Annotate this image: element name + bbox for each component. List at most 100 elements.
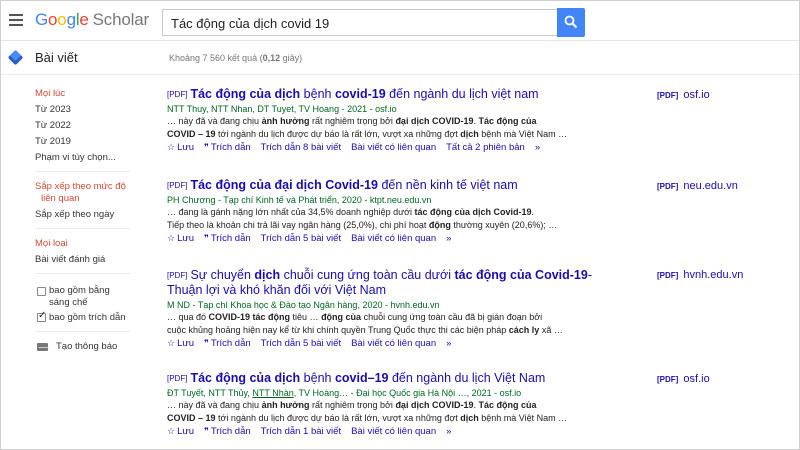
cite-link[interactable]: ❞ Trích dẫn xyxy=(204,338,251,349)
result-links: ☆ Lưu ❞ Trích dẫn Trích dẫn 5 bài viết Bài vi… xyxy=(167,337,647,351)
cited-by-link[interactable]: Trích dẫn 8 bài viết xyxy=(261,142,341,153)
result-links: ☆ Lưu ❞ Trích dẫn Trích dẫn 1 bài viết Bài vi… xyxy=(167,425,647,439)
search-input[interactable]: Tác động của dịch covid 19 xyxy=(162,9,557,36)
text-fragment: chuỗi cung ứng toàn cầu đã bị gián đoạn … xyxy=(361,312,543,322)
result-snippet: … này đã và đang chịu ảnh hưởng rất nghi… xyxy=(167,115,647,128)
related-articles-link[interactable]: Bài viết có liên quan xyxy=(351,426,436,437)
related-articles-link[interactable]: Bài viết có liên quan xyxy=(351,338,436,349)
filter-any-time[interactable]: Mọi lúc xyxy=(35,88,65,100)
author-link[interactable]: NTT Nhàn xyxy=(252,388,293,398)
cited-by-link[interactable]: Trích dẫn 5 bài viết xyxy=(261,233,341,244)
highlighted-text: Tác động của xyxy=(478,116,537,126)
result-snippet: cuộc khủng hoảng hiện nay kể từ khi chín… xyxy=(167,324,647,337)
envelope-icon xyxy=(37,343,48,351)
highlighted-text: ảnh hưởng xyxy=(261,116,310,126)
sort-by-date[interactable]: Sắp xếp theo ngày xyxy=(35,209,114,221)
highlighted-text: covid-19 xyxy=(334,87,386,101)
text-fragment: . xyxy=(531,207,535,217)
highlighted-text: động xyxy=(428,219,451,230)
highlighted-text: động của xyxy=(321,312,362,322)
double-chevron-icon[interactable]: » xyxy=(446,233,451,244)
highlighted-text: dịch xyxy=(460,128,479,139)
side-pdf-link[interactable]: [PDF] osf.io xyxy=(657,89,710,101)
sidebar-divider xyxy=(35,228,130,229)
text-fragment: thường xuyên (20,6%); … xyxy=(450,219,558,230)
highlighted-text: cách ly xyxy=(508,324,540,335)
highlighted-text: COVID – 19 xyxy=(167,412,216,423)
hamburger-icon[interactable] xyxy=(9,14,23,26)
side-pdf-link[interactable]: [PDF] osf.io xyxy=(657,373,710,385)
sidebar-divider xyxy=(35,171,130,172)
highlighted-text: COVID-19 tác động xyxy=(208,312,291,322)
result-item-4: [PDF] Tác động của dịch bệnh covid–19 đến… xyxy=(167,371,647,439)
result-snippet: COVID – 19 tới ngành du lịch được dự báo… xyxy=(167,128,647,141)
result-snippet: … qua đó COVID-19 tác động tiêu … động c… xyxy=(167,311,647,324)
save-link[interactable]: ☆ Lưu xyxy=(167,338,194,349)
sidebar-divider xyxy=(35,273,130,274)
all-versions-link[interactable]: Tất cả 2 phiên bản xyxy=(446,142,525,153)
result-authors: ĐT Tuyết, NTT Thủy, NTT Nhàn, TV Hoàng… … xyxy=(167,388,522,398)
save-link[interactable]: ☆ Lưu xyxy=(167,142,194,153)
filter-custom-range[interactable]: Phạm vi tùy chọn... xyxy=(35,152,116,164)
cite-link[interactable]: ❞ Trích dẫn xyxy=(204,142,251,153)
result-item-1: [PDF] Tác động của dịch bệnh covid-19 đến… xyxy=(167,87,647,155)
save-link[interactable]: ☆ Lưu xyxy=(167,426,194,437)
result-item-2: [PDF] Tác động của đại dịch Covid-19 đến … xyxy=(167,178,647,246)
filter-since-2023[interactable]: Từ 2023 xyxy=(35,104,71,116)
type-any[interactable]: Mọi loại xyxy=(35,238,68,250)
quote-icon: ❞ xyxy=(204,339,209,349)
filter-since-2022[interactable]: Từ 2022 xyxy=(35,120,71,132)
double-chevron-icon[interactable]: » xyxy=(446,338,451,349)
highlighted-text: Tác động của dịch xyxy=(190,371,301,385)
text-fragment: đến nền kinh tế việt nam xyxy=(377,178,518,192)
cited-by-link[interactable]: Trích dẫn 5 bài viết xyxy=(261,338,341,349)
highlighted-text: tác động của dịch Covid-19 xyxy=(414,207,532,217)
result-authors: M ND - Tạp chí Khoa học & Đào tạo Ngân h… xyxy=(167,300,440,310)
cite-link[interactable]: ❞ Trích dẫn xyxy=(204,233,251,244)
create-alert-link[interactable]: Tạo thông báo xyxy=(56,341,117,353)
result-snippet: … này đã và đang chịu ảnh hưởng rất nghi… xyxy=(167,399,647,412)
sort-by-relevance[interactable]: Sắp xếp theo mức độ xyxy=(35,181,126,193)
text-fragment: tiêu … xyxy=(290,312,322,322)
result-title[interactable]: [PDF] Sự chuyển dịch chuỗi cung ứng toàn … xyxy=(167,268,597,298)
search-button[interactable] xyxy=(557,8,585,37)
save-link[interactable]: ☆ Lưu xyxy=(167,233,194,244)
include-patents-checkbox[interactable] xyxy=(37,287,46,296)
section-title: Bài viết xyxy=(35,50,78,65)
top-header: Google Scholar Tác động của dịch covid 19 xyxy=(1,1,799,41)
cited-by-link[interactable]: Trích dẫn 1 bài viết xyxy=(261,426,341,437)
results-count: Khoảng 7 560 kết quả (0,12 giây) xyxy=(169,53,303,63)
include-citations-checkbox[interactable] xyxy=(37,310,46,322)
text-fragment: xã … xyxy=(539,324,563,335)
related-articles-link[interactable]: Bài viết có liên quan xyxy=(351,233,436,244)
google-scholar-logo[interactable]: Google Scholar xyxy=(35,10,149,30)
star-icon: ☆ xyxy=(167,339,176,349)
highlighted-text: Tác động của đại dịch Covid-19 xyxy=(190,178,378,192)
text-fragment: … này đã và đang chịu xyxy=(167,116,262,126)
text-fragment: chuỗi cung ứng toàn cầu dưới xyxy=(280,268,455,282)
type-review-articles[interactable]: Bài viết đánh giá xyxy=(35,254,105,266)
side-pdf-link[interactable]: [PDF] neu.edu.vn xyxy=(657,180,738,192)
result-title[interactable]: [PDF] Tác động của đại dịch Covid-19 đến … xyxy=(167,178,647,193)
highlighted-text: đại dịch COVID-19 xyxy=(395,400,474,410)
side-pdf-link[interactable]: [PDF] hvnh.edu.vn xyxy=(657,269,743,281)
sort-by-relevance-line2[interactable]: liên quan xyxy=(41,193,80,205)
related-articles-link[interactable]: Bài viết có liên quan xyxy=(351,142,436,153)
highlighted-text: tác động của Covid-19 xyxy=(454,268,588,282)
highlighted-text: COVID – 19 xyxy=(167,128,216,139)
filter-since-2019[interactable]: Từ 2019 xyxy=(35,136,71,148)
text-fragment: đến ngành du lịch việt nam xyxy=(385,87,539,101)
text-fragment: bệnh mà Việt Nam … xyxy=(478,412,568,423)
quote-icon: ❞ xyxy=(204,143,209,153)
text-fragment: cuộc khủng hoảng hiện nay kể từ khi chín… xyxy=(167,324,509,335)
result-snippet: COVID – 19 tới ngành du lịch được dự báo… xyxy=(167,412,647,425)
text-fragment: … đang là gánh nặng lớn nhất của 34,5% d… xyxy=(167,207,415,217)
quote-icon: ❞ xyxy=(204,234,209,244)
highlighted-text: Tác động của dịch xyxy=(190,87,301,101)
text-fragment: bệnh mà Việt Nam … xyxy=(478,128,568,139)
double-chevron-icon[interactable]: » xyxy=(446,426,451,437)
result-title[interactable]: [PDF] Tác động của dịch bệnh covid–19 đến… xyxy=(167,371,647,386)
double-chevron-icon[interactable]: » xyxy=(535,142,540,153)
cite-link[interactable]: ❞ Trích dẫn xyxy=(204,426,251,437)
result-title[interactable]: [PDF] Tác động của dịch bệnh covid-19 đến… xyxy=(167,87,647,102)
